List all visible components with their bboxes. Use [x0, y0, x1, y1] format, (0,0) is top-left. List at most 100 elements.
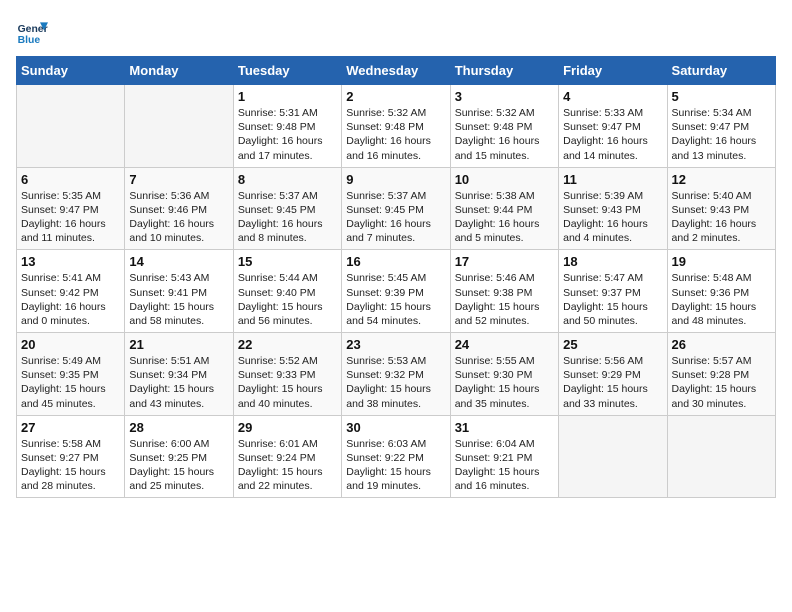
day-number: 12	[672, 172, 771, 187]
page-header: General Blue	[16, 16, 776, 48]
day-info: Sunrise: 5:48 AM Sunset: 9:36 PM Dayligh…	[672, 271, 771, 328]
day-info: Sunrise: 5:45 AM Sunset: 9:39 PM Dayligh…	[346, 271, 445, 328]
day-number: 27	[21, 420, 120, 435]
day-number: 5	[672, 89, 771, 104]
day-info: Sunrise: 5:36 AM Sunset: 9:46 PM Dayligh…	[129, 189, 228, 246]
calendar-cell: 30Sunrise: 6:03 AM Sunset: 9:22 PM Dayli…	[342, 415, 450, 498]
day-info: Sunrise: 5:49 AM Sunset: 9:35 PM Dayligh…	[21, 354, 120, 411]
calendar-cell: 29 Sunrise: 6:01 AM Sunset: 9:24 PM Dayli…	[233, 415, 341, 498]
calendar-cell: 24 Sunrise: 5:55 AM Sunset: 9:30 PM Dayli…	[450, 333, 558, 416]
day-number: 18	[563, 254, 662, 269]
logo: General Blue	[16, 16, 48, 48]
calendar-cell: 28 Sunrise: 6:00 AM Sunset: 9:25 PM Dayli…	[125, 415, 233, 498]
day-info: Sunrise: 5:33 AM Sunset: 9:47 PM Dayligh…	[563, 106, 662, 163]
calendar-cell	[17, 85, 125, 168]
calendar-cell: 3Sunrise: 5:32 AM Sunset: 9:48 PM Daylig…	[450, 85, 558, 168]
day-number: 4	[563, 89, 662, 104]
day-info: Sunrise: 5:34 AM Sunset: 9:47 PM Dayligh…	[672, 106, 771, 163]
calendar-cell: 10 Sunrise: 5:38 AM Sunset: 9:44 PM Dayli…	[450, 167, 558, 250]
calendar-cell: 23 Sunrise: 5:53 AM Sunset: 9:32 PM Dayli…	[342, 333, 450, 416]
day-number: 1	[238, 89, 337, 104]
day-number: 10	[455, 172, 554, 187]
day-header: Friday	[559, 57, 667, 85]
calendar-cell	[559, 415, 667, 498]
day-info: Sunrise: 5:35 AM Sunset: 9:47 PM Dayligh…	[21, 189, 120, 246]
day-header: Thursday	[450, 57, 558, 85]
logo-icon: General Blue	[16, 16, 48, 48]
calendar-cell: 31Sunrise: 6:04 AM Sunset: 9:21 PM Dayli…	[450, 415, 558, 498]
calendar-cell: 1 Sunrise: 5:31 AM Sunset: 9:48 PM Daylig…	[233, 85, 341, 168]
calendar-cell: 9 Sunrise: 5:37 AM Sunset: 9:45 PM Daylig…	[342, 167, 450, 250]
calendar-cell: 27 Sunrise: 5:58 AM Sunset: 9:27 PM Dayli…	[17, 415, 125, 498]
day-info: Sunrise: 5:32 AM Sunset: 9:48 PM Dayligh…	[346, 106, 445, 163]
day-info: Sunrise: 5:41 AM Sunset: 9:42 PM Dayligh…	[21, 271, 120, 328]
calendar-cell	[125, 85, 233, 168]
day-header: Monday	[125, 57, 233, 85]
calendar-cell: 11 Sunrise: 5:39 AM Sunset: 9:43 PM Dayli…	[559, 167, 667, 250]
day-header: Saturday	[667, 57, 775, 85]
day-number: 16	[346, 254, 445, 269]
day-info: Sunrise: 5:55 AM Sunset: 9:30 PM Dayligh…	[455, 354, 554, 411]
day-number: 21	[129, 337, 228, 352]
day-header: Wednesday	[342, 57, 450, 85]
day-info: Sunrise: 6:01 AM Sunset: 9:24 PM Dayligh…	[238, 437, 337, 494]
day-info: Sunrise: 5:37 AM Sunset: 9:45 PM Dayligh…	[346, 189, 445, 246]
day-number: 26	[672, 337, 771, 352]
day-number: 24	[455, 337, 554, 352]
calendar-cell: 7Sunrise: 5:36 AM Sunset: 9:46 PM Daylig…	[125, 167, 233, 250]
day-number: 8	[238, 172, 337, 187]
day-number: 15	[238, 254, 337, 269]
day-info: Sunrise: 6:04 AM Sunset: 9:21 PM Dayligh…	[455, 437, 554, 494]
day-info: Sunrise: 6:03 AM Sunset: 9:22 PM Dayligh…	[346, 437, 445, 494]
day-info: Sunrise: 5:31 AM Sunset: 9:48 PM Dayligh…	[238, 106, 337, 163]
calendar-table: SundayMondayTuesdayWednesdayThursdayFrid…	[16, 56, 776, 498]
day-number: 13	[21, 254, 120, 269]
calendar-cell: 26 Sunrise: 5:57 AM Sunset: 9:28 PM Dayli…	[667, 333, 775, 416]
calendar-cell: 12 Sunrise: 5:40 AM Sunset: 9:43 PM Dayli…	[667, 167, 775, 250]
day-info: Sunrise: 5:51 AM Sunset: 9:34 PM Dayligh…	[129, 354, 228, 411]
calendar-week-row: 27 Sunrise: 5:58 AM Sunset: 9:27 PM Dayli…	[17, 415, 776, 498]
day-number: 28	[129, 420, 228, 435]
day-number: 20	[21, 337, 120, 352]
day-number: 2	[346, 89, 445, 104]
calendar-header-row: SundayMondayTuesdayWednesdayThursdayFrid…	[17, 57, 776, 85]
day-number: 19	[672, 254, 771, 269]
calendar-cell: 2 Sunrise: 5:32 AM Sunset: 9:48 PM Daylig…	[342, 85, 450, 168]
day-info: Sunrise: 5:57 AM Sunset: 9:28 PM Dayligh…	[672, 354, 771, 411]
calendar-cell: 14Sunrise: 5:43 AM Sunset: 9:41 PM Dayli…	[125, 250, 233, 333]
calendar-cell: 21 Sunrise: 5:51 AM Sunset: 9:34 PM Dayli…	[125, 333, 233, 416]
day-number: 22	[238, 337, 337, 352]
calendar-cell: 22 Sunrise: 5:52 AM Sunset: 9:33 PM Dayli…	[233, 333, 341, 416]
calendar-cell: 6Sunrise: 5:35 AM Sunset: 9:47 PM Daylig…	[17, 167, 125, 250]
day-info: Sunrise: 5:56 AM Sunset: 9:29 PM Dayligh…	[563, 354, 662, 411]
day-number: 11	[563, 172, 662, 187]
day-info: Sunrise: 6:00 AM Sunset: 9:25 PM Dayligh…	[129, 437, 228, 494]
calendar-cell: 25Sunrise: 5:56 AM Sunset: 9:29 PM Dayli…	[559, 333, 667, 416]
svg-text:Blue: Blue	[18, 35, 41, 46]
calendar-week-row: 13 Sunrise: 5:41 AM Sunset: 9:42 PM Dayli…	[17, 250, 776, 333]
day-info: Sunrise: 5:38 AM Sunset: 9:44 PM Dayligh…	[455, 189, 554, 246]
calendar-week-row: 6Sunrise: 5:35 AM Sunset: 9:47 PM Daylig…	[17, 167, 776, 250]
day-info: Sunrise: 5:58 AM Sunset: 9:27 PM Dayligh…	[21, 437, 120, 494]
day-header: Sunday	[17, 57, 125, 85]
calendar-cell: 16 Sunrise: 5:45 AM Sunset: 9:39 PM Dayli…	[342, 250, 450, 333]
calendar-cell: 8Sunrise: 5:37 AM Sunset: 9:45 PM Daylig…	[233, 167, 341, 250]
day-number: 14	[129, 254, 228, 269]
calendar-cell: 20 Sunrise: 5:49 AM Sunset: 9:35 PM Dayli…	[17, 333, 125, 416]
day-header: Tuesday	[233, 57, 341, 85]
calendar-cell: 15 Sunrise: 5:44 AM Sunset: 9:40 PM Dayli…	[233, 250, 341, 333]
day-info: Sunrise: 5:52 AM Sunset: 9:33 PM Dayligh…	[238, 354, 337, 411]
day-info: Sunrise: 5:44 AM Sunset: 9:40 PM Dayligh…	[238, 271, 337, 328]
calendar-week-row: 20 Sunrise: 5:49 AM Sunset: 9:35 PM Dayli…	[17, 333, 776, 416]
day-info: Sunrise: 5:40 AM Sunset: 9:43 PM Dayligh…	[672, 189, 771, 246]
day-number: 17	[455, 254, 554, 269]
day-number: 29	[238, 420, 337, 435]
day-number: 9	[346, 172, 445, 187]
day-info: Sunrise: 5:53 AM Sunset: 9:32 PM Dayligh…	[346, 354, 445, 411]
day-info: Sunrise: 5:47 AM Sunset: 9:37 PM Dayligh…	[563, 271, 662, 328]
calendar-cell	[667, 415, 775, 498]
day-number: 23	[346, 337, 445, 352]
calendar-cell: 5 Sunrise: 5:34 AM Sunset: 9:47 PM Daylig…	[667, 85, 775, 168]
day-info: Sunrise: 5:46 AM Sunset: 9:38 PM Dayligh…	[455, 271, 554, 328]
day-info: Sunrise: 5:39 AM Sunset: 9:43 PM Dayligh…	[563, 189, 662, 246]
